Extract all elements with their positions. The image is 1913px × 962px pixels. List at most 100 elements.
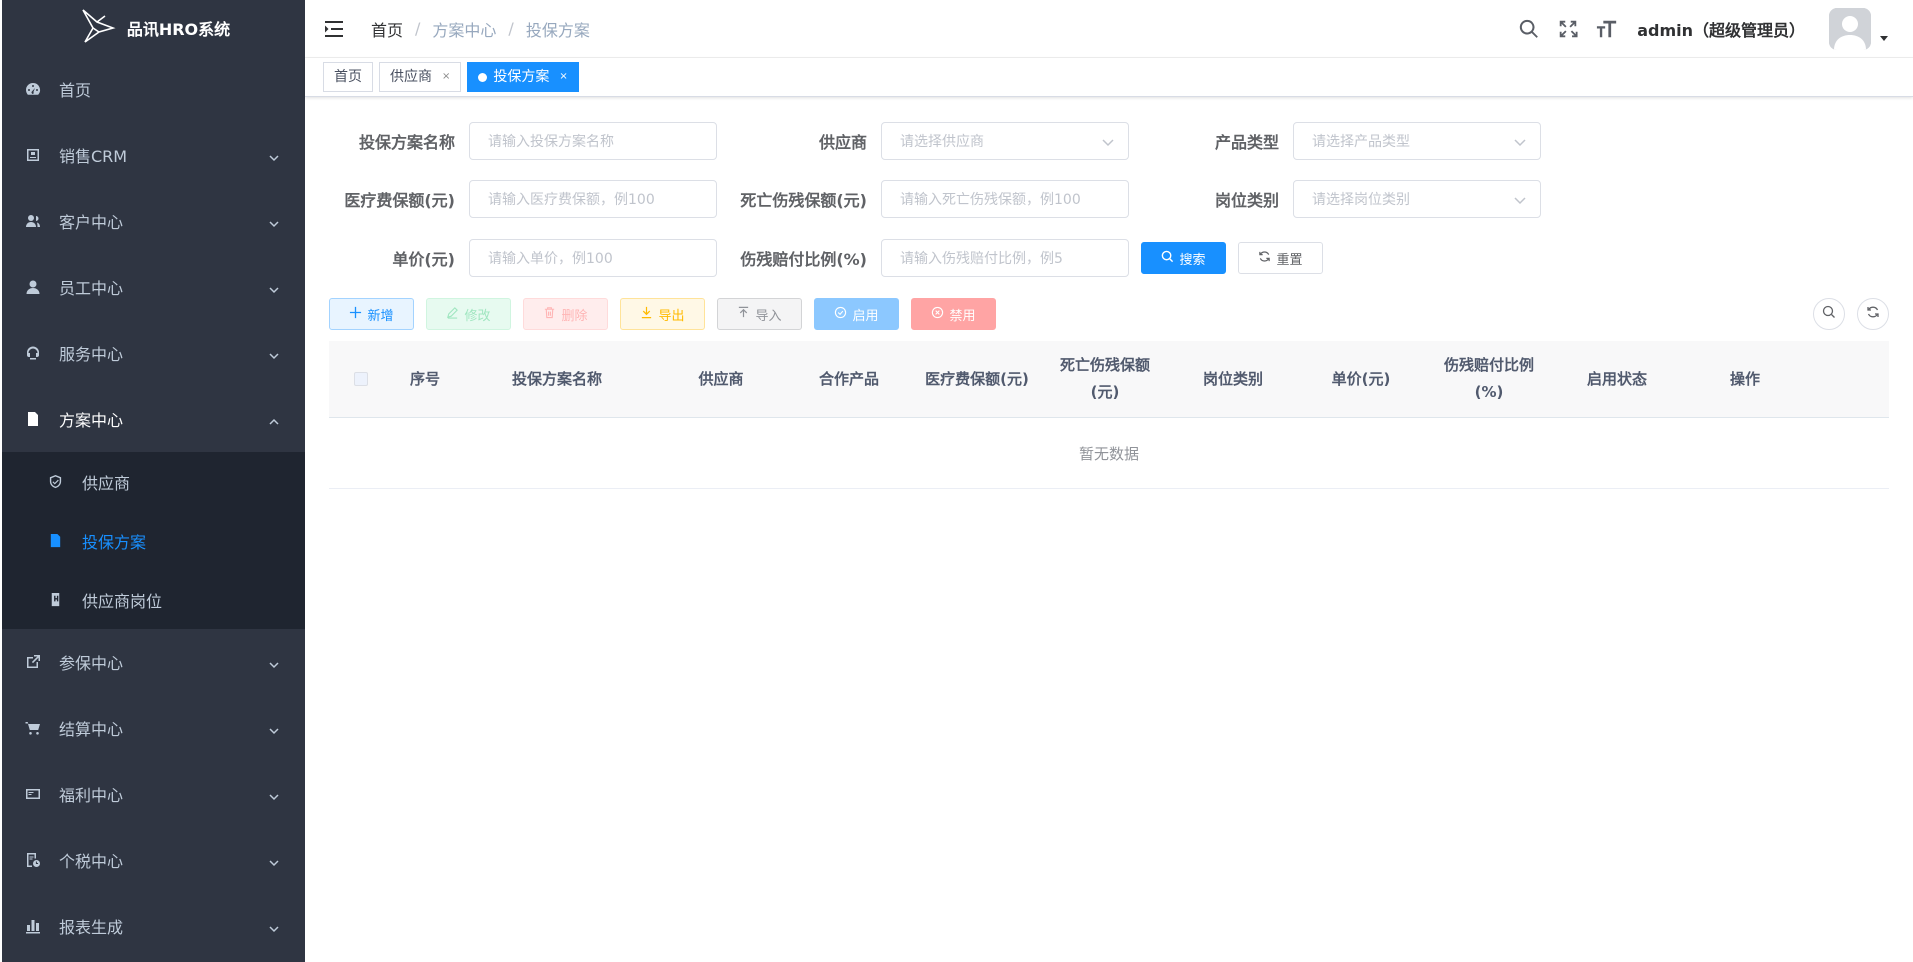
sidebar-item-label: 销售CRM: [59, 147, 128, 166]
fullscreen-icon[interactable]: [1556, 17, 1580, 41]
sidebar-item-label: 福利中心: [59, 786, 124, 805]
add-button[interactable]: 新增: [329, 298, 414, 330]
enable-button-label: 启用: [852, 308, 879, 324]
caret-down-icon[interactable]: [1879, 31, 1889, 41]
sidebar-item-supplier-position[interactable]: 供应商岗位: [2, 570, 305, 629]
sidebar-item-reports[interactable]: 报表生成: [2, 893, 305, 959]
close-icon[interactable]: ×: [559, 63, 567, 91]
chevron-down-icon: [269, 148, 279, 162]
sidebar-item-employees[interactable]: 员工中心: [2, 254, 305, 320]
product-type-select[interactable]: 请选择产品类型: [1293, 122, 1541, 160]
death-input[interactable]: 请输入死亡伤残保额，例100: [881, 180, 1129, 218]
disable-button-label: 禁用: [949, 308, 976, 324]
breadcrumb-separator: /: [508, 19, 514, 38]
sidebar-item-home[interactable]: 首页: [2, 56, 305, 122]
refresh-icon: [1866, 305, 1880, 323]
sidebar-item-plans[interactable]: 方案中心: [2, 386, 305, 452]
submenu-plans: 供应商 投保方案 供应商岗位: [2, 452, 305, 629]
sidebar-item-crm[interactable]: 销售CRM: [2, 122, 305, 188]
sidebar-item-label: 员工中心: [59, 279, 124, 298]
col-death: 死亡伤残保额 (元): [1041, 352, 1169, 406]
medical-input[interactable]: 请输入医疗费保额，例100: [469, 180, 717, 218]
data-table: 序号 投保方案名称 供应商 合作产品 医疗费保额(元) 死亡伤残保额 (元) 岗位…: [329, 341, 1889, 489]
tag-label: 投保方案: [493, 69, 550, 85]
tag-insurance-plan[interactable]: 投保方案 ×: [467, 62, 579, 92]
search-button[interactable]: 搜索: [1141, 242, 1226, 274]
hamburger-icon[interactable]: [325, 20, 345, 38]
service-icon: [24, 344, 42, 362]
import-button[interactable]: 导入: [717, 298, 802, 330]
chevron-up-icon: [269, 412, 279, 425]
refresh-button[interactable]: [1857, 298, 1889, 330]
reset-button[interactable]: 重置: [1238, 242, 1323, 274]
tag-home[interactable]: 首页: [323, 62, 373, 92]
trash-icon: [543, 306, 561, 323]
col-line1: 投保方案名称: [511, 369, 602, 388]
breadcrumb-plans: 方案中心: [432, 20, 497, 40]
col-product: 合作产品: [785, 366, 913, 393]
edit-button[interactable]: 修改: [426, 298, 511, 330]
position-label: 岗位类别: [1214, 191, 1279, 210]
font-size-icon[interactable]: [1595, 17, 1619, 41]
col-line1: 合作产品: [818, 369, 879, 388]
badge-icon: [48, 592, 64, 608]
position-placeholder: 请选择岗位类别: [1312, 192, 1410, 208]
product-type-placeholder: 请选择产品类型: [1312, 134, 1410, 150]
position-select[interactable]: 请选择岗位类别: [1293, 180, 1541, 218]
empty-text: 暂无数据: [1078, 444, 1139, 463]
close-icon[interactable]: ×: [442, 63, 450, 91]
chevron-down-icon: [1514, 136, 1526, 148]
navbar: 首页 / 方案中心 / 投保方案 admin（超级管理员）: [305, 0, 1913, 58]
col-status: 启用状态: [1553, 366, 1681, 393]
sidebar-item-label: 服务中心: [59, 345, 124, 364]
check-circle-icon: [834, 306, 852, 323]
delete-button-label: 删除: [561, 308, 588, 324]
chevron-down-icon: [269, 853, 279, 867]
col-line2: (元): [1090, 383, 1120, 401]
price-input[interactable]: 请输入单价，例100: [469, 239, 717, 277]
refresh-icon: [1258, 250, 1276, 267]
enable-button[interactable]: 启用: [814, 298, 899, 330]
sidebar-item-service[interactable]: 服务中心: [2, 320, 305, 386]
import-button-label: 导入: [755, 308, 782, 324]
avatar[interactable]: [1829, 7, 1871, 50]
select-all-checkbox[interactable]: [329, 366, 393, 393]
sidebar-item-label: 参保中心: [59, 654, 124, 673]
shield-icon: [48, 474, 64, 490]
col-line1: 序号: [409, 369, 440, 388]
sidebar-item-supplier[interactable]: 供应商: [2, 452, 305, 511]
user-name[interactable]: admin（超级管理员）: [1637, 17, 1805, 41]
sidebar-item-insurance-plan[interactable]: 投保方案: [2, 511, 305, 570]
tax-icon: [24, 851, 42, 869]
breadcrumb-current: 投保方案: [525, 20, 590, 40]
col-ratio: 伤残赔付比例 (%): [1425, 352, 1553, 406]
bar-chart-icon: [24, 917, 42, 935]
empty-state: 暂无数据: [329, 418, 1889, 489]
delete-button[interactable]: 删除: [523, 298, 608, 330]
export-button[interactable]: 导出: [620, 298, 705, 330]
disable-button[interactable]: 禁用: [911, 298, 996, 330]
sidebar-item-welfare[interactable]: 福利中心: [2, 761, 305, 827]
supplier-select[interactable]: 请选择供应商: [881, 122, 1129, 160]
crm-icon: [24, 146, 42, 164]
sidebar-item-label: 报表生成: [59, 918, 124, 937]
search-icon[interactable]: [1517, 17, 1541, 41]
medical-placeholder: 请输入医疗费保额，例100: [488, 192, 655, 208]
sidebar-item-settlement[interactable]: 结算中心: [2, 695, 305, 761]
breadcrumb-home[interactable]: 首页: [371, 17, 403, 41]
tag-supplier[interactable]: 供应商 ×: [379, 62, 462, 92]
ratio-input[interactable]: 请输入伤残赔付比例，例5: [881, 239, 1129, 277]
logo[interactable]: 品讯HRO系统: [2, 0, 305, 56]
active-dot-icon: [478, 72, 488, 82]
sidebar-item-customers[interactable]: 客户中心: [2, 188, 305, 254]
sidebar-item-enrollment[interactable]: 参保中心: [2, 629, 305, 695]
table-header: 序号 投保方案名称 供应商 合作产品 医疗费保额(元) 死亡伤残保额 (元) 岗位…: [329, 341, 1889, 418]
chevron-down-icon: [269, 721, 279, 735]
toggle-search-button[interactable]: [1813, 298, 1845, 330]
download-icon: [640, 306, 658, 323]
ratio-label: 伤残赔付比例(%): [740, 250, 867, 269]
col-line1: 供应商: [698, 369, 744, 388]
sidebar-item-tax[interactable]: 个税中心: [2, 827, 305, 893]
plan-name-input[interactable]: 请输入投保方案名称: [469, 122, 717, 160]
main-content: 投保方案名称 请输入投保方案名称 供应商 请选择供应商 产品类型 请选择产品类型…: [305, 97, 1913, 962]
